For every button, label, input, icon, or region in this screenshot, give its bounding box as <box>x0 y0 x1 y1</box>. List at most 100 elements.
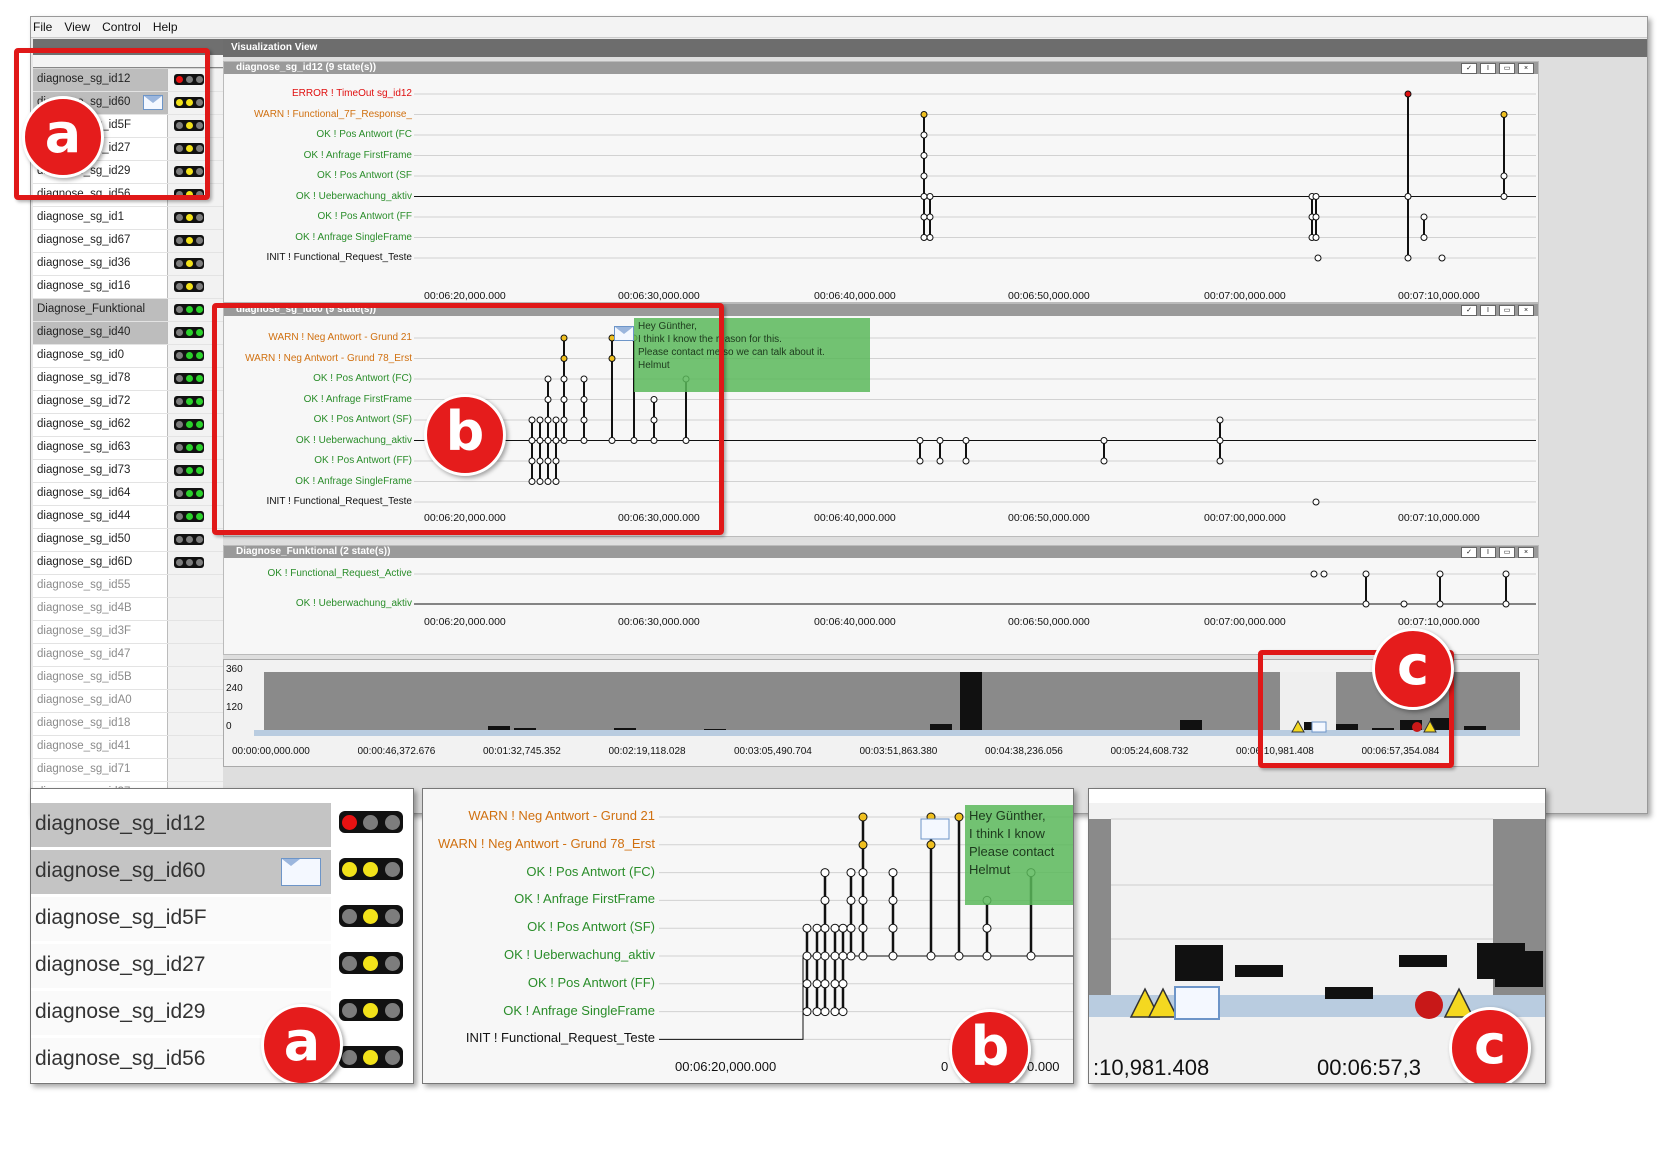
state-event-marker[interactable] <box>812 951 822 961</box>
state-event-marker[interactable] <box>1404 254 1412 262</box>
state-event-marker[interactable] <box>1420 234 1428 241</box>
state-event-marker[interactable] <box>858 923 868 933</box>
sidebar-item-15[interactable]: diagnose_sg_id62 <box>33 414 236 437</box>
state-event-marker[interactable] <box>926 234 934 241</box>
state-event-marker[interactable] <box>926 840 936 850</box>
state-event-marker[interactable] <box>888 923 898 933</box>
sidebar-item-7[interactable]: diagnose_sg_id67 <box>33 230 236 253</box>
sidebar-item-20[interactable]: diagnose_sg_id50 <box>33 529 236 552</box>
state-event-marker[interactable] <box>820 923 830 933</box>
sidebar-item-8[interactable]: diagnose_sg_id36 <box>33 253 236 276</box>
state-event-marker[interactable] <box>1216 437 1224 444</box>
sidebar-item-18[interactable]: diagnose_sg_id64 <box>33 483 236 506</box>
mail-icon[interactable] <box>281 858 321 886</box>
state-event-marker[interactable] <box>1362 570 1370 578</box>
state-event-marker[interactable] <box>888 868 898 878</box>
state-event-marker[interactable] <box>920 111 928 118</box>
state-event-marker[interactable] <box>812 979 822 989</box>
sidebar-item-23[interactable]: diagnose_sg_id4B <box>33 598 236 621</box>
state-event-marker[interactable] <box>1436 600 1444 608</box>
state-event-marker[interactable] <box>820 1007 830 1017</box>
state-event-marker[interactable] <box>812 1007 822 1017</box>
sidebar-item-28[interactable]: diagnose_sg_id18 <box>33 713 236 736</box>
state-event-marker[interactable] <box>1100 437 1108 444</box>
state-event-marker[interactable] <box>1312 213 1320 221</box>
state-event-marker[interactable] <box>920 193 928 200</box>
sidebar-item-6[interactable]: diagnose_sg_id1 <box>33 207 236 230</box>
sidebar-item-24[interactable]: diagnose_sg_id3F <box>33 621 236 644</box>
state-event-marker[interactable] <box>920 172 928 180</box>
error-icon[interactable] <box>1415 991 1443 1019</box>
state-event-marker[interactable] <box>802 1007 812 1017</box>
state-event-marker[interactable] <box>920 213 928 221</box>
state-event-marker[interactable] <box>936 437 944 444</box>
state-event-marker[interactable] <box>830 1007 840 1017</box>
state-event-marker[interactable] <box>812 923 822 933</box>
state-event-marker[interactable] <box>858 895 868 905</box>
sidebar-item-25[interactable]: diagnose_sg_id47 <box>33 644 236 667</box>
state-event-marker[interactable] <box>820 895 830 905</box>
sidebar-item-21[interactable]: diagnose_sg_id6D <box>33 552 236 575</box>
menu-help[interactable]: Help <box>151 17 188 37</box>
state-event-marker[interactable] <box>1500 111 1508 118</box>
state-event-marker[interactable] <box>888 895 898 905</box>
state-event-marker[interactable] <box>888 951 898 961</box>
state-event-marker[interactable] <box>920 234 928 241</box>
zoom-a-item-3[interactable]: diagnose_sg_id27 <box>31 944 331 988</box>
state-event-marker[interactable] <box>982 923 992 933</box>
state-event-marker[interactable] <box>1362 600 1370 608</box>
panel-timeline-chart[interactable] <box>224 546 1538 654</box>
state-event-marker[interactable] <box>1404 90 1412 98</box>
state-event-marker[interactable] <box>820 951 830 961</box>
state-event-marker[interactable] <box>1312 193 1320 200</box>
state-event-marker[interactable] <box>846 951 856 961</box>
state-event-marker[interactable] <box>1404 193 1412 200</box>
menu-view[interactable]: View <box>62 17 100 37</box>
state-event-marker[interactable] <box>936 457 944 465</box>
state-event-marker[interactable] <box>846 868 856 878</box>
state-event-marker[interactable] <box>926 193 934 200</box>
sidebar-item-19[interactable]: diagnose_sg_id44 <box>33 506 236 529</box>
state-event-marker[interactable] <box>916 457 924 465</box>
mail-icon[interactable] <box>920 818 950 840</box>
sidebar-item-27[interactable]: diagnose_sg_idA0 <box>33 690 236 713</box>
state-event-marker[interactable] <box>954 951 964 961</box>
state-event-marker[interactable] <box>858 951 868 961</box>
mail-icon[interactable] <box>1174 986 1220 1020</box>
state-event-marker[interactable] <box>1438 254 1446 262</box>
state-event-marker[interactable] <box>838 1007 848 1017</box>
state-event-marker[interactable] <box>1500 193 1508 200</box>
state-event-marker[interactable] <box>1320 570 1328 578</box>
state-event-marker[interactable] <box>846 895 856 905</box>
state-event-marker[interactable] <box>982 951 992 961</box>
state-event-marker[interactable] <box>830 923 840 933</box>
state-event-marker[interactable] <box>858 868 868 878</box>
state-event-marker[interactable] <box>926 951 936 961</box>
state-event-marker[interactable] <box>920 131 928 139</box>
zoom-b-annotation-note[interactable]: Hey Günther, I think I know Please conta… <box>965 805 1073 905</box>
state-event-marker[interactable] <box>802 979 812 989</box>
sidebar-item-13[interactable]: diagnose_sg_id78 <box>33 368 236 391</box>
state-event-marker[interactable] <box>838 923 848 933</box>
state-event-marker[interactable] <box>1100 457 1108 465</box>
state-event-marker[interactable] <box>1026 951 1036 961</box>
menu-file[interactable]: File <box>31 17 62 37</box>
state-event-marker[interactable] <box>846 923 856 933</box>
sidebar-item-30[interactable]: diagnose_sg_id71 <box>33 759 236 782</box>
state-event-marker[interactable] <box>962 437 970 444</box>
sidebar-item-14[interactable]: diagnose_sg_id72 <box>33 391 236 414</box>
state-event-marker[interactable] <box>802 951 812 961</box>
state-event-marker[interactable] <box>1216 416 1224 424</box>
state-event-marker[interactable] <box>820 979 830 989</box>
state-event-marker[interactable] <box>1420 213 1428 221</box>
sidebar-item-16[interactable]: diagnose_sg_id63 <box>33 437 236 460</box>
state-event-marker[interactable] <box>1400 600 1408 608</box>
sidebar-item-22[interactable]: diagnose_sg_id55 <box>33 575 236 598</box>
state-event-marker[interactable] <box>1216 457 1224 465</box>
state-event-marker[interactable] <box>838 951 848 961</box>
state-event-marker[interactable] <box>858 812 868 822</box>
state-event-marker[interactable] <box>1436 570 1444 578</box>
zoom-a-item-0[interactable]: diagnose_sg_id12 <box>31 803 331 847</box>
sidebar-item-26[interactable]: diagnose_sg_id5B <box>33 667 236 690</box>
zoom-a-item-1[interactable]: diagnose_sg_id60 <box>31 850 331 894</box>
